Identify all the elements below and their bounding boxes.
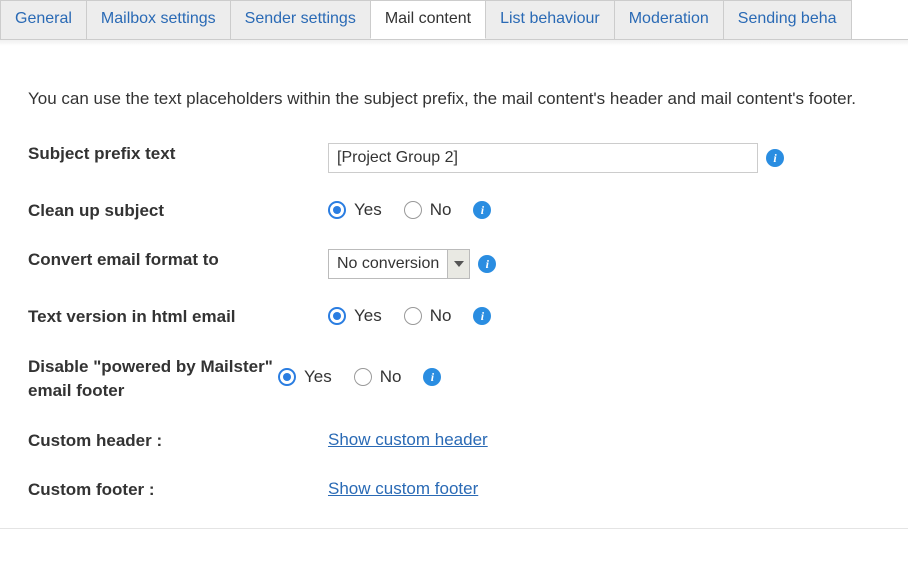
label-custom-footer: Custom footer : <box>28 478 328 502</box>
convert-format-value: No conversion <box>329 250 447 278</box>
tab-bar: General Mailbox settings Sender settings… <box>0 0 908 40</box>
clean-up-yes-radio[interactable] <box>328 201 346 219</box>
intro-text: You can use the text placeholders within… <box>28 86 880 112</box>
label-clean-up-subject: Clean up subject <box>28 199 328 223</box>
label-convert-format: Convert email format to <box>28 248 328 272</box>
tab-sender-settings[interactable]: Sender settings <box>230 0 371 39</box>
disable-footer-yes-radio[interactable] <box>278 368 296 386</box>
tab-moderation[interactable]: Moderation <box>614 0 724 39</box>
text-version-no-label: No <box>430 306 452 326</box>
tab-general[interactable]: General <box>0 0 87 39</box>
info-icon[interactable] <box>473 307 491 325</box>
row-subject-prefix: Subject prefix text <box>28 142 880 173</box>
row-custom-header: Custom header : Show custom header <box>28 429 880 453</box>
info-icon[interactable] <box>766 149 784 167</box>
clean-up-no-label: No <box>430 200 452 220</box>
row-disable-footer: Disable "powered by Mailster" email foot… <box>28 355 880 403</box>
clean-up-yes-label: Yes <box>354 200 382 220</box>
mail-content-panel: You can use the text placeholders within… <box>0 46 908 529</box>
clean-up-no-radio[interactable] <box>404 201 422 219</box>
row-custom-footer: Custom footer : Show custom footer <box>28 478 880 502</box>
disable-footer-no-radio[interactable] <box>354 368 372 386</box>
show-custom-footer-link[interactable]: Show custom footer <box>328 479 478 499</box>
info-icon[interactable] <box>478 255 496 273</box>
disable-footer-no-label: No <box>380 367 402 387</box>
convert-format-select[interactable]: No conversion <box>328 249 470 279</box>
label-custom-header: Custom header : <box>28 429 328 453</box>
show-custom-header-link[interactable]: Show custom header <box>328 430 488 450</box>
info-icon[interactable] <box>423 368 441 386</box>
info-icon[interactable] <box>473 201 491 219</box>
disable-footer-yes-label: Yes <box>304 367 332 387</box>
text-version-no-radio[interactable] <box>404 307 422 325</box>
subject-prefix-input[interactable] <box>328 143 758 173</box>
text-version-yes-label: Yes <box>354 306 382 326</box>
tab-sending-behaviour[interactable]: Sending beha <box>723 0 852 39</box>
tab-list-behaviour[interactable]: List behaviour <box>485 0 615 39</box>
chevron-down-icon[interactable] <box>447 250 469 278</box>
label-disable-footer: Disable "powered by Mailster" email foot… <box>28 355 278 403</box>
row-clean-up-subject: Clean up subject Yes No <box>28 199 880 223</box>
row-text-version: Text version in html email Yes No <box>28 305 880 329</box>
label-text-version: Text version in html email <box>28 305 328 329</box>
row-convert-format: Convert email format to No conversion <box>28 248 880 279</box>
text-version-yes-radio[interactable] <box>328 307 346 325</box>
tab-mailbox-settings[interactable]: Mailbox settings <box>86 0 231 39</box>
tab-mail-content[interactable]: Mail content <box>370 0 486 39</box>
label-subject-prefix: Subject prefix text <box>28 142 328 166</box>
